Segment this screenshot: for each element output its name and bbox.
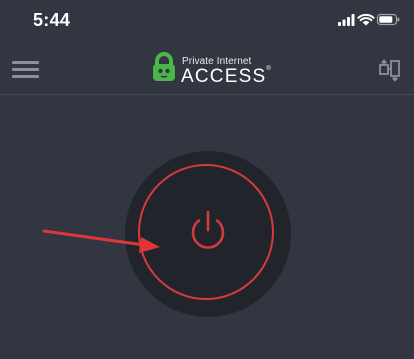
hamburger-menu-icon — [12, 61, 39, 64]
logo-wordmark: ACCESS — [181, 66, 267, 87]
app-screen: 5:44 Private Internet ACCESS® — [0, 0, 414, 359]
power-icon — [191, 210, 225, 249]
annotation-arrow — [42, 229, 160, 253]
padlock-icon — [153, 52, 175, 81]
status-icons — [338, 12, 400, 28]
region-switch-icon — [379, 59, 400, 82]
status-time: 5:44 — [33, 10, 71, 30]
app-logo: Private Internet ACCESS® — [152, 52, 272, 88]
registered-mark: ® — [266, 66, 271, 72]
region-switch-button[interactable] — [378, 58, 404, 82]
app-header: Private Internet ACCESS® — [0, 44, 414, 95]
menu-button[interactable] — [10, 56, 42, 82]
logo-line2: ACCESS® — [181, 66, 271, 88]
hamburger-menu-line — [12, 75, 39, 78]
signal-wifi-battery-icon — [338, 13, 400, 26]
hamburger-menu-line — [12, 68, 39, 71]
status-bar: 5:44 — [0, 0, 414, 44]
